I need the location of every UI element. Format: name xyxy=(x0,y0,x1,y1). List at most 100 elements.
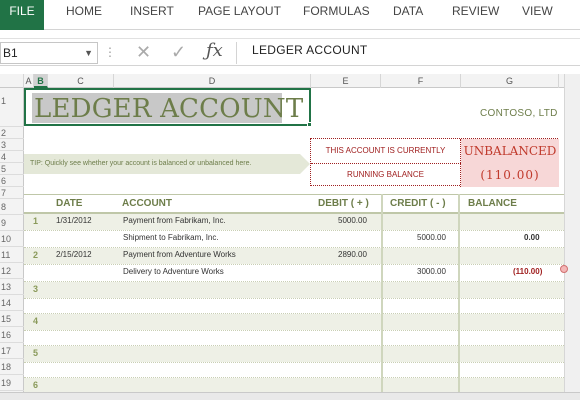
tab-review[interactable]: REVIEW xyxy=(452,0,499,22)
chevron-down-icon[interactable]: ▼ xyxy=(84,43,93,63)
entry-balance: (110.00) xyxy=(513,267,543,276)
table-row[interactable] xyxy=(24,299,580,313)
header-date: DATE xyxy=(56,198,83,209)
status-label: THIS ACCOUNT IS CURRENTLY xyxy=(311,139,461,163)
scroll-marker-icon xyxy=(560,265,568,273)
table-row[interactable]: 3 xyxy=(24,282,580,298)
tab-insert[interactable]: INSERT xyxy=(130,0,174,22)
entry-credit: 5000.00 xyxy=(417,233,446,242)
entry-date: 1/31/2012 xyxy=(56,216,92,225)
ledger-header-row: DATE ACCOUNT DEBIT ( + ) CREDIT ( - ) BA… xyxy=(24,194,580,214)
row-header[interactable]: 13 xyxy=(1,282,11,292)
row-header[interactable]: 7 xyxy=(1,188,6,198)
header-balance: BALANCE xyxy=(468,198,517,209)
name-box[interactable]: B1 ▼ xyxy=(0,42,98,64)
fill-handle[interactable] xyxy=(307,122,312,127)
running-balance-label: RUNNING BALANCE xyxy=(311,163,461,187)
tab-home[interactable]: HOME xyxy=(66,0,102,22)
selected-cell-b1[interactable]: LEDGER ACCOUNT xyxy=(24,88,311,126)
enter-icon[interactable]: ✓ xyxy=(171,42,186,63)
column-divider xyxy=(381,194,383,400)
column-header-e[interactable]: E xyxy=(311,74,381,88)
row-header[interactable]: 3 xyxy=(1,140,6,150)
column-header-a[interactable]: A xyxy=(24,74,34,88)
row-header[interactable]: 15 xyxy=(1,314,11,324)
ribbon-tabs: FILE HOME INSERT PAGE LAYOUT FORMULAS DA… xyxy=(0,0,580,30)
select-all-corner[interactable] xyxy=(0,74,24,88)
row-header[interactable]: 1 xyxy=(1,96,6,106)
excel-window: FILE HOME INSERT PAGE LAYOUT FORMULAS DA… xyxy=(0,0,580,400)
vertical-scrollbar[interactable] xyxy=(564,74,580,392)
column-header-b[interactable]: B xyxy=(34,74,48,88)
column-header-c[interactable]: C xyxy=(48,74,114,88)
entry-account: Delivery to Adventure Works xyxy=(123,267,224,276)
entry-number: 6 xyxy=(33,380,39,390)
entry-number: 5 xyxy=(33,348,39,358)
table-row[interactable] xyxy=(24,363,580,377)
sheet-tabs-bar[interactable] xyxy=(0,392,580,400)
row-header[interactable]: 9 xyxy=(1,218,6,228)
row-header[interactable]: 6 xyxy=(1,176,6,186)
row-headers: 1 2 3 4 5 6 7 8 9 10 11 12 13 14 15 16 1… xyxy=(0,88,24,400)
table-row[interactable]: 2 2/15/2012 Payment from Adventure Works… xyxy=(24,248,580,264)
row-header[interactable]: 4 xyxy=(1,152,6,162)
entry-number: 1 xyxy=(33,216,39,226)
entry-account: Shipment to Fabrikam, Inc. xyxy=(123,233,219,242)
table-row[interactable]: Delivery to Adventure Works 3000.00 (110… xyxy=(24,265,580,281)
entry-account: Payment from Fabrikam, Inc. xyxy=(123,216,226,225)
row-header[interactable]: 18 xyxy=(1,362,11,372)
formula-divider xyxy=(236,42,237,64)
ledger-title: LEDGER ACCOUNT xyxy=(34,94,304,124)
tab-data[interactable]: DATA xyxy=(393,0,423,22)
tab-file[interactable]: FILE xyxy=(0,0,44,30)
row-header[interactable]: 10 xyxy=(1,234,11,244)
status-value: UNBALANCED xyxy=(461,139,559,163)
cancel-icon[interactable]: ✕ xyxy=(136,42,151,63)
entry-debit: 5000.00 xyxy=(338,216,367,225)
tab-page-layout[interactable]: PAGE LAYOUT xyxy=(198,0,281,22)
company-name: CONTOSO, LTD xyxy=(480,108,558,119)
table-row[interactable]: 4 xyxy=(24,314,580,330)
header-debit: DEBIT ( + ) xyxy=(318,198,369,209)
tab-view[interactable]: VIEW xyxy=(522,0,553,22)
row-header[interactable]: 17 xyxy=(1,346,11,356)
column-header-f[interactable]: F xyxy=(381,74,461,88)
entry-balance: 0.00 xyxy=(524,233,540,242)
table-row[interactable]: 1 1/31/2012 Payment from Fabrikam, Inc. … xyxy=(24,214,580,230)
row-header[interactable]: 14 xyxy=(1,298,11,308)
ledger-entries: 1 1/31/2012 Payment from Fabrikam, Inc. … xyxy=(24,214,580,400)
column-divider xyxy=(458,194,460,400)
insert-function-icon[interactable]: ƒx xyxy=(206,40,223,61)
row-header[interactable]: 11 xyxy=(1,250,10,260)
formula-input[interactable]: LEDGER ACCOUNT xyxy=(252,43,368,57)
table-row[interactable]: Shipment to Fabrikam, Inc. 5000.00 0.00 xyxy=(24,231,580,247)
row-header[interactable]: 19 xyxy=(1,378,11,388)
entry-debit: 2890.00 xyxy=(338,250,367,259)
column-headers: A B C D E F G xyxy=(0,74,580,88)
entry-number: 2 xyxy=(33,250,39,260)
running-balance-value: (110.00) xyxy=(461,163,559,187)
row-header[interactable]: 12 xyxy=(1,266,11,276)
name-box-value: B1 xyxy=(3,46,18,60)
header-credit: CREDIT ( - ) xyxy=(390,198,446,209)
account-status-box: THIS ACCOUNT IS CURRENTLY UNBALANCED RUN… xyxy=(310,138,559,187)
header-account: ACCOUNT xyxy=(122,198,172,209)
entry-account: Payment from Adventure Works xyxy=(123,250,236,259)
table-row[interactable]: 5 xyxy=(24,346,580,362)
entry-number: 4 xyxy=(33,316,39,326)
row-header[interactable]: 8 xyxy=(1,202,6,212)
table-row[interactable] xyxy=(24,331,580,345)
worksheet[interactable]: LEDGER ACCOUNT CONTOSO, LTD TIP: Quickly… xyxy=(24,88,580,400)
tab-formulas[interactable]: FORMULAS xyxy=(303,0,370,22)
row-header[interactable]: 16 xyxy=(1,330,11,340)
formula-bar: B1 ▼ ⋮ ✕ ✓ ƒx LEDGER ACCOUNT xyxy=(0,38,580,66)
entry-number: 3 xyxy=(33,284,39,294)
column-header-d[interactable]: D xyxy=(114,74,311,88)
row-header[interactable]: 2 xyxy=(1,128,6,138)
tip-banner: TIP: Quickly see whether your account is… xyxy=(24,154,310,174)
row-header[interactable]: 5 xyxy=(1,164,6,174)
column-header-g[interactable]: G xyxy=(461,74,559,88)
entry-date: 2/15/2012 xyxy=(56,250,92,259)
more-icon[interactable]: ⋮ xyxy=(104,45,116,59)
entry-credit: 3000.00 xyxy=(417,267,446,276)
